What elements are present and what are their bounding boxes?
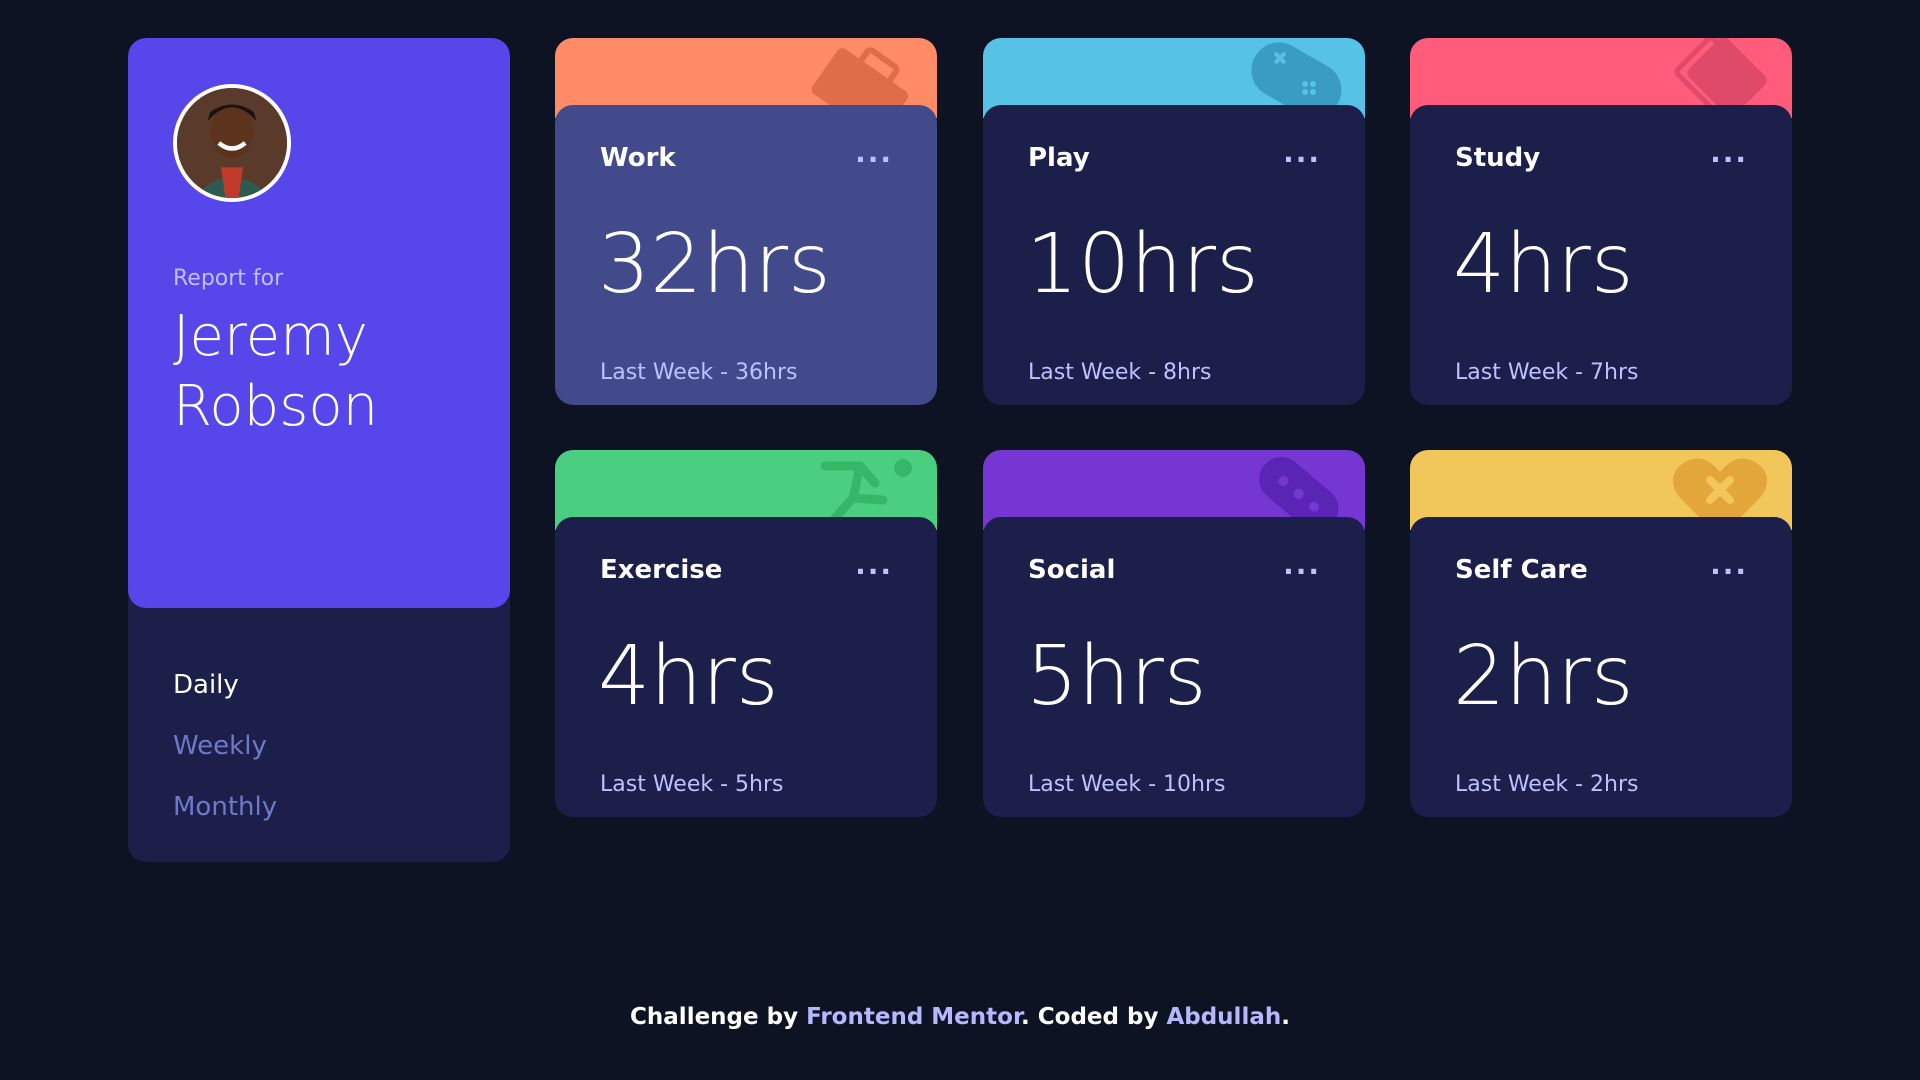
card-exercise: Exercise ... 4hrs Last Week - 5hrs: [555, 450, 937, 817]
current-hours: 10hrs: [1026, 217, 1259, 312]
user-last-name: Robson: [173, 374, 379, 439]
card-study-body: Study ... 4hrs Last Week - 7hrs: [1410, 105, 1792, 405]
card-work: Work ... 32hrs Last Week - 36hrs: [555, 38, 937, 405]
current-hours: 4hrs: [598, 629, 779, 724]
previous-hours: Last Week - 10hrs: [1028, 772, 1226, 797]
footer-suffix: .: [1281, 1004, 1290, 1030]
current-hours: 2hrs: [1453, 629, 1634, 724]
card-title: Exercise: [600, 555, 723, 585]
card-title: Play: [1028, 143, 1090, 173]
avatar-image-icon: [177, 88, 287, 198]
card-self-care-body: Self Care ... 2hrs Last Week - 2hrs: [1410, 517, 1792, 817]
card-title: Social: [1028, 555, 1116, 585]
avatar: [173, 84, 291, 202]
card-work-body: Work ... 32hrs Last Week - 36hrs: [555, 105, 937, 405]
card-menu-button[interactable]: ...: [855, 139, 893, 167]
time-tracking-dashboard: Report for Jeremy Robson Daily Weekly Mo…: [0, 0, 1920, 1080]
user-name: Jeremy Robson: [173, 302, 493, 442]
card-title: Work: [600, 143, 676, 173]
card-menu-button[interactable]: ...: [1710, 551, 1748, 579]
card-social-body: Social ... 5hrs Last Week - 10hrs: [983, 517, 1365, 817]
card-study: Study ... 4hrs Last Week - 7hrs: [1410, 38, 1792, 405]
card-title: Study: [1455, 143, 1541, 173]
card-menu-button[interactable]: ...: [855, 551, 893, 579]
card-self-care: Self Care ... 2hrs Last Week - 2hrs: [1410, 450, 1792, 817]
attribution-footer: Challenge by Frontend Mentor. Coded by A…: [0, 1004, 1920, 1030]
timeframe-daily[interactable]: Daily: [173, 670, 277, 700]
card-menu-button[interactable]: ...: [1283, 551, 1321, 579]
previous-hours: Last Week - 2hrs: [1455, 772, 1639, 797]
card-menu-button[interactable]: ...: [1283, 139, 1321, 167]
card-play: Play ... 10hrs Last Week - 8hrs: [983, 38, 1365, 405]
previous-hours: Last Week - 36hrs: [600, 360, 798, 385]
frontend-mentor-link[interactable]: Frontend Mentor: [806, 1004, 1021, 1030]
previous-hours: Last Week - 5hrs: [600, 772, 784, 797]
previous-hours: Last Week - 7hrs: [1455, 360, 1639, 385]
footer-prefix: Challenge by: [630, 1004, 807, 1030]
card-play-body: Play ... 10hrs Last Week - 8hrs: [983, 105, 1365, 405]
card-social: Social ... 5hrs Last Week - 10hrs: [983, 450, 1365, 817]
current-hours: 5hrs: [1026, 629, 1207, 724]
card-menu-button[interactable]: ...: [1710, 139, 1748, 167]
card-title: Self Care: [1455, 555, 1588, 585]
timeframe-monthly[interactable]: Monthly: [173, 792, 277, 822]
user-first-name: Jeremy: [173, 304, 368, 369]
previous-hours: Last Week - 8hrs: [1028, 360, 1212, 385]
timeframe-weekly[interactable]: Weekly: [173, 731, 277, 761]
report-for-label: Report for: [173, 266, 284, 291]
footer-middle: . Coded by: [1021, 1004, 1167, 1030]
card-exercise-body: Exercise ... 4hrs Last Week - 5hrs: [555, 517, 937, 817]
profile-card: Report for Jeremy Robson Daily Weekly Mo…: [128, 38, 510, 862]
profile-header: Report for Jeremy Robson: [128, 38, 510, 608]
current-hours: 4hrs: [1453, 217, 1634, 312]
author-link[interactable]: Abdullah: [1166, 1004, 1281, 1030]
current-hours: 32hrs: [598, 217, 831, 312]
timeframe-selector: Daily Weekly Monthly: [173, 670, 277, 853]
